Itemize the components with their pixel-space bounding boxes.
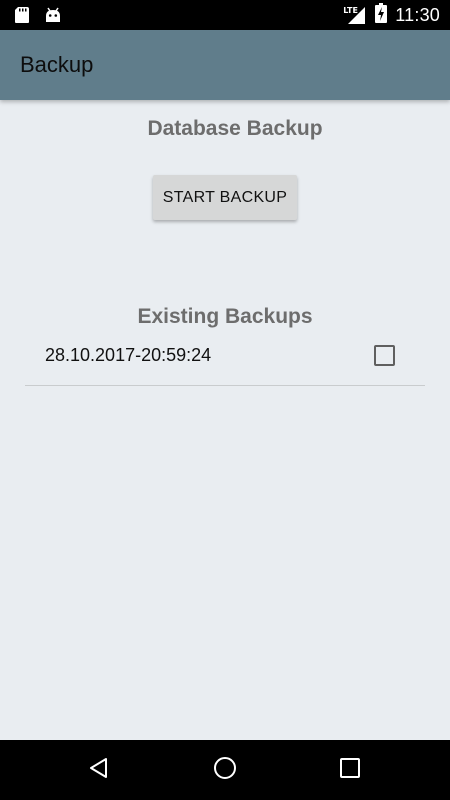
start-backup-button[interactable]: START BACKUP <box>153 175 297 220</box>
back-button[interactable] <box>79 750 119 790</box>
recents-button[interactable] <box>330 750 370 790</box>
battery-charging-icon <box>375 2 388 28</box>
backup-checkbox[interactable] <box>374 345 395 366</box>
status-right-icons: LTE 11:30 <box>343 2 440 28</box>
sd-card-icon <box>14 6 30 24</box>
status-time: 11:30 <box>395 4 440 25</box>
status-left-icons <box>14 6 62 24</box>
existing-backups-heading: Existing Backups <box>137 305 313 328</box>
navigation-bar <box>0 740 450 800</box>
recents-icon <box>338 756 362 785</box>
app-bar: Backup <box>0 30 450 100</box>
list-item[interactable]: 28.10.2017-20:59:24 <box>25 330 425 386</box>
page-title: Backup <box>20 52 94 77</box>
back-icon <box>87 756 111 785</box>
home-button[interactable] <box>205 750 245 790</box>
signal-icon: LTE <box>343 5 367 25</box>
network-type-label: LTE <box>343 6 358 15</box>
screen: LTE 11:30 Backup Database Backup START B… <box>0 0 450 800</box>
android-icon <box>44 6 62 24</box>
home-icon <box>212 755 238 786</box>
status-bar: LTE 11:30 <box>0 0 450 30</box>
database-backup-heading: Database Backup <box>147 117 323 140</box>
backup-date: 28.10.2017-20:59:24 <box>45 345 212 365</box>
